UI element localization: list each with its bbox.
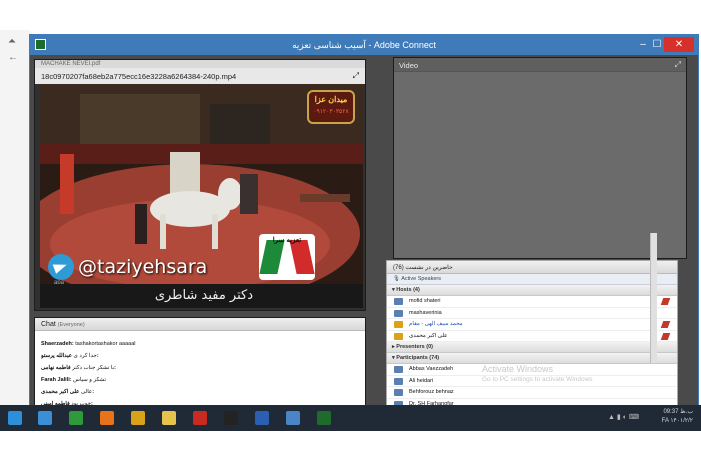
microphone-icon: 🎙 (393, 276, 400, 282)
taskbar-explorer-green-button[interactable] (65, 408, 87, 428)
taskbar-acrobat-button[interactable] (189, 408, 211, 428)
explorer-green-icon (69, 411, 83, 425)
clock-time: 09:37 ب.ظ (663, 409, 693, 415)
taskbar-viewer-button[interactable] (282, 408, 304, 428)
activate-windows-watermark: Activate Windows Go to PC settings to ac… (482, 364, 593, 383)
channel-badge: میدان عزا ۰۹۱۲۰۳۰۳۵۲۸ (307, 90, 355, 124)
taskbar-folder-button[interactable] (158, 408, 180, 428)
attendee-row[interactable]: محمد سیف الهی - مقام (387, 319, 677, 331)
clock-date: FA ۱۴۰۱/۲/۲ (661, 418, 693, 424)
chat-message: جدا کرد ی عبدالله پرستو: (41, 353, 99, 359)
caption-bar: دکتر مفید شاطری (40, 284, 363, 308)
participants-section[interactable]: ▾ Participants (74) (387, 353, 677, 364)
bell-icon[interactable]: ⏶ (8, 36, 16, 47)
chrome-icon (131, 411, 145, 425)
close-button[interactable]: ✕ (664, 37, 694, 52)
user-icon (394, 298, 403, 305)
chat-message: Shaerzadeh: tashakortashakor aaaaal (41, 341, 136, 347)
acrobat-icon (193, 411, 207, 425)
chat-title: Chat (41, 321, 56, 328)
player-icon (224, 411, 238, 425)
chat-scope[interactable]: (Everyone) (58, 322, 85, 328)
firefox-icon (100, 411, 114, 425)
taskbar-firefox-button[interactable] (96, 408, 118, 428)
window-title: آسیب شناسی تعزیه - Adobe Connect (292, 40, 436, 50)
fullscreen-icon[interactable]: ⤢ (675, 60, 681, 70)
hosts-section[interactable]: ▾ Hosts (4) (387, 285, 677, 296)
active-speakers-row: 🎙 Active Speakers (387, 274, 677, 285)
camera-icon (660, 321, 671, 328)
background-browser-strip: ⏶ ← (0, 30, 30, 405)
minimize-button[interactable]: – (636, 37, 650, 52)
taskbar-chrome-button[interactable] (127, 408, 149, 428)
camera-icon (660, 332, 671, 340)
presenters-section[interactable]: ▸ Presenters (0) (387, 342, 677, 353)
viewer-icon (286, 411, 300, 425)
user-icon (394, 309, 403, 317)
chat-message: عالی علی اکبر محمدی: (41, 389, 95, 395)
video-player[interactable]: میدان عزا ۰۹۱۲۰۳۰۳۵۲۸ تعزیه سرا @taziyeh… (40, 84, 363, 308)
system-tray-icons[interactable]: ▲ ▮ ◐ ⌨ (608, 413, 639, 421)
folder-icon (162, 411, 176, 425)
taskbar: ▲ ▮ ◐ ⌨ 09:37 ب.ظ FA ۱۴۰۱/۲/۲ (0, 405, 701, 431)
chat-message: Farah Jalili: تشکر و سپاس (41, 377, 106, 383)
attendee-row[interactable]: Behforouz behnaz (387, 387, 677, 399)
chat-message: با تشکر جناب دکتر فاطمه نهامی: (41, 365, 116, 371)
attendee-row[interactable]: mashaverinia (387, 308, 677, 319)
user-icon (394, 366, 403, 373)
user-icon (394, 377, 403, 385)
file-share-pod: MACHAKE NEVEI.pdf 18c0970207fa68eb2a775e… (34, 59, 366, 311)
clock[interactable]: 09:37 ب.ظ FA ۱۴۰۱/۲/۲ (662, 408, 693, 426)
back-arrow-icon[interactable]: ← (8, 52, 18, 63)
start-button[interactable] (4, 408, 26, 428)
windows-logo-icon (8, 411, 22, 425)
telegram-icon (48, 254, 74, 280)
adobe-connect-icon (317, 411, 331, 425)
desktop: ⏶ ← آسیب شناسی تعزیه - Adobe Connect – ☐… (0, 0, 701, 460)
attendee-row[interactable]: علی اکبر محمدی (387, 331, 677, 342)
camera-icon (660, 298, 671, 305)
attendees-pod: حاضرین در نشست (76) 🎙 Active Speakers ▾ … (386, 260, 678, 424)
video-pod-title: Video (399, 61, 419, 70)
video-pod: Video ⤢ (393, 57, 687, 259)
taskbar-word-button[interactable] (251, 408, 273, 428)
watermark-text: @taziyehsara (78, 256, 208, 278)
taskbar-ie-button[interactable] (34, 408, 56, 428)
video-pod-header: Video ⤢ (394, 58, 686, 72)
taziyeh-sara-logo: تعزیه سرا (259, 234, 315, 280)
meeting-room: MACHAKE NEVEI.pdf 18c0970207fa68eb2a775e… (30, 55, 698, 424)
file-name: 18c0970207fa68eb2a775ecc16e3228a6264384-… (41, 72, 237, 81)
ie-icon (38, 411, 52, 425)
star-icon (394, 321, 403, 328)
file-pod-header: 18c0970207fa68eb2a775ecc16e3228a6264384-… (35, 68, 365, 84)
fullscreen-icon[interactable]: ⤢ (353, 71, 359, 81)
taskbar-player-button[interactable] (220, 408, 242, 428)
maximize-button[interactable]: ☐ (650, 37, 664, 52)
title-bar[interactable]: آسیب شناسی تعزیه - Adobe Connect – ☐ ✕ (30, 35, 698, 55)
word-icon (255, 411, 269, 425)
attendees-scrollbar[interactable] (650, 233, 657, 363)
adobe-connect-window: آسیب شناسی تعزیه - Adobe Connect – ☐ ✕ M… (29, 34, 699, 424)
attendees-title: حاضرین در نشست (76) (387, 261, 677, 274)
star-icon (394, 332, 403, 340)
attendee-row[interactable]: mofid shateri (387, 296, 677, 308)
user-icon (394, 389, 403, 396)
chat-header: Chat (Everyone) (35, 318, 365, 331)
speaker-caption: دکتر مفید شاطری (154, 288, 253, 303)
taskbar-adobe-connect-button[interactable] (313, 408, 335, 428)
